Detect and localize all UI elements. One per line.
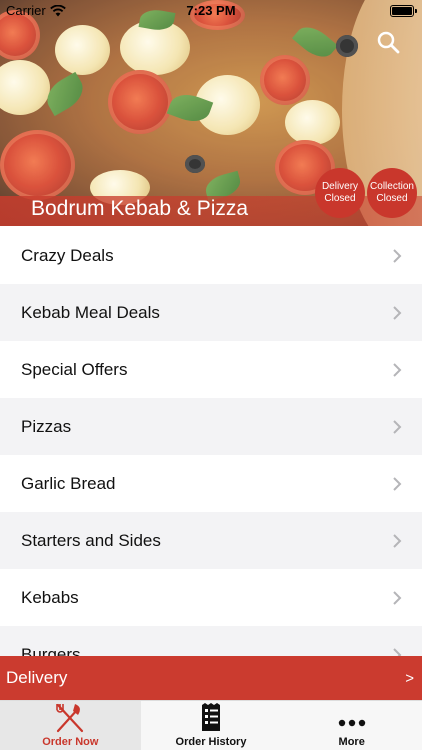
tab-bar: Order Now Order History More (0, 700, 422, 750)
menu-item-kebabs[interactable]: Kebabs (0, 569, 422, 626)
chevron-right-icon (393, 362, 402, 377)
chevron-right-icon (393, 419, 402, 434)
collection-badge-label: Collection (370, 181, 414, 192)
tab-order-history[interactable]: Order History (141, 701, 282, 750)
delivery-status-badge: Delivery Closed (315, 168, 365, 218)
chevron-right-icon (393, 305, 402, 320)
delivery-mode-label: Delivery (6, 668, 68, 687)
search-icon[interactable] (376, 30, 400, 54)
chevron-right-icon (393, 590, 402, 605)
delivery-badge-status: Closed (324, 193, 356, 204)
clock: 7:23 PM (186, 3, 236, 18)
tab-label: Order History (175, 736, 247, 748)
battery-icon (390, 5, 417, 17)
tab-label: Order Now (42, 736, 99, 748)
menu-item-pizzas[interactable]: Pizzas (0, 398, 422, 455)
menu-item-label: Kebab Meal Deals (21, 302, 160, 322)
more-dots-icon (338, 719, 365, 727)
menu-item-label: Starters and Sides (21, 530, 161, 550)
menu-item-label: Garlic Bread (21, 473, 116, 493)
menu-item-special-offers[interactable]: Special Offers (0, 341, 422, 398)
tab-label: More (338, 736, 365, 748)
menu-item-kebab-meal-deals[interactable]: Kebab Meal Deals (0, 284, 422, 341)
receipt-icon (202, 703, 220, 731)
menu-category-list: Crazy Deals Kebab Meal Deals Special Off… (0, 227, 422, 683)
chevron-right-icon (393, 476, 402, 491)
delivery-arrow-icon: > (405, 669, 414, 687)
menu-item-label: Crazy Deals (21, 245, 114, 265)
chevron-right-icon (393, 533, 402, 548)
tab-more[interactable]: More (281, 701, 422, 750)
menu-item-starters-and-sides[interactable]: Starters and Sides (0, 512, 422, 569)
fork-knife-icon (56, 703, 84, 733)
menu-item-label: Special Offers (21, 359, 128, 379)
delivery-badge-label: Delivery (321, 181, 359, 192)
chevron-right-icon (393, 248, 402, 263)
collection-badge-status: Closed (376, 193, 408, 204)
menu-item-crazy-deals[interactable]: Crazy Deals (0, 227, 422, 284)
menu-item-label: Kebabs (21, 587, 79, 607)
menu-item-garlic-bread[interactable]: Garlic Bread (0, 455, 422, 512)
menu-item-label: Pizzas (21, 416, 72, 436)
restaurant-name: Bodrum Kebab & Pizza (31, 197, 249, 220)
collection-status-badge: Collection Closed (367, 168, 417, 218)
delivery-mode-button[interactable]: Delivery > (0, 656, 422, 700)
status-bar: Carrier 7:23 PM (0, 0, 422, 22)
tab-order-now[interactable]: Order Now (0, 701, 141, 750)
